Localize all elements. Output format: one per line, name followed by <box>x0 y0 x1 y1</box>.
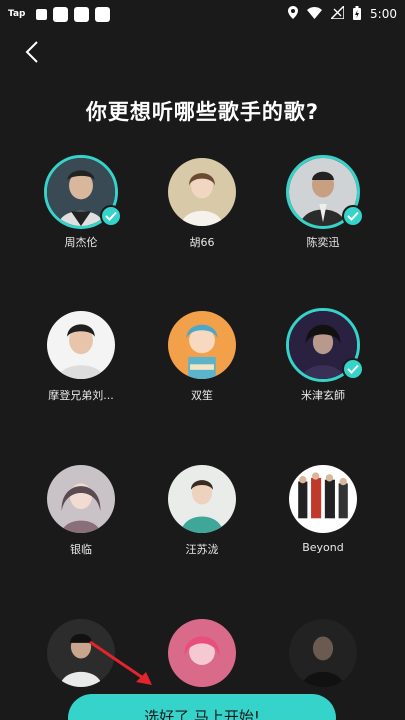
artist-avatar <box>165 155 239 229</box>
artist-avatar <box>165 308 239 382</box>
back-button[interactable] <box>18 38 46 66</box>
artist-item[interactable] <box>147 616 257 695</box>
chevron-left-icon <box>25 41 38 63</box>
clock-time: 5:00 <box>370 7 397 21</box>
battery-icon <box>353 5 362 23</box>
artist-avatar <box>286 616 360 690</box>
annotation-arrow-icon <box>89 640 152 685</box>
status-bar: Tap 5:00 <box>0 0 405 28</box>
selected-check-icon <box>342 358 364 380</box>
artist-name: 陈奕迅 <box>306 236 340 249</box>
artist-name: 胡66 <box>189 236 215 249</box>
page-title: 你更想听哪些歌手的歌? <box>85 100 320 124</box>
artist-name: 周杰伦 <box>64 236 98 249</box>
artist-name: 汪苏泷 <box>185 543 219 556</box>
location-icon <box>288 6 299 22</box>
artist-avatar <box>44 462 118 536</box>
notification-icon <box>35 8 47 20</box>
wifi-icon <box>307 6 323 22</box>
artist-item[interactable]: 汪苏泷 <box>147 462 257 557</box>
artist-item[interactable]: 摩登兄弟刘... <box>26 308 136 403</box>
artist-avatar <box>44 308 118 382</box>
status-app-label: Tap <box>8 9 26 19</box>
artist-item[interactable]: 银临 <box>26 462 136 557</box>
notification-icon <box>73 6 89 22</box>
start-button[interactable]: 选好了 马上开始! <box>68 694 336 720</box>
artist-name: Beyond <box>302 541 344 554</box>
artist-item[interactable]: Beyond <box>268 462 378 554</box>
artist-avatar <box>165 462 239 536</box>
notification-icon <box>52 6 68 22</box>
selected-check-icon <box>100 205 122 227</box>
artist-item[interactable]: 陈奕迅 <box>268 155 378 250</box>
artist-item[interactable] <box>268 616 378 695</box>
selected-check-icon <box>342 205 364 227</box>
artist-name: 银临 <box>70 543 92 556</box>
artist-avatar <box>165 616 239 690</box>
artist-name: 米津玄師 <box>301 389 345 402</box>
artist-name: 摩登兄弟刘... <box>48 389 114 402</box>
signal-icon <box>329 4 345 22</box>
artist-item[interactable]: 米津玄師 <box>268 308 378 403</box>
artist-item[interactable]: 双笙 <box>147 308 257 403</box>
artist-name: 双笙 <box>191 389 213 402</box>
artist-item[interactable]: 周杰伦 <box>26 155 136 250</box>
notification-icon <box>94 6 110 22</box>
artist-avatar <box>286 462 360 536</box>
artist-item[interactable]: 胡66 <box>147 155 257 250</box>
